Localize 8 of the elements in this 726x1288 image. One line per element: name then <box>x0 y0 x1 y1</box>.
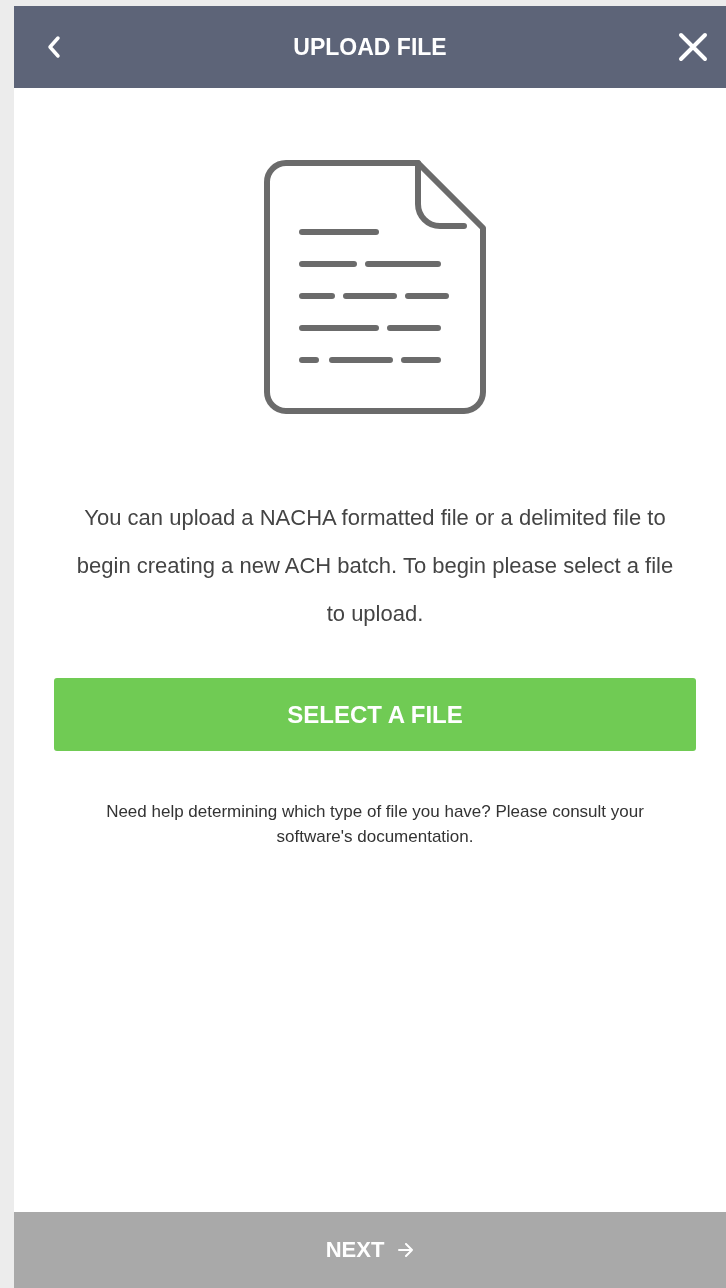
arrow-icon <box>398 1243 415 1257</box>
document-icon <box>264 160 486 414</box>
intro-text: You can upload a NACHA formatted file or a delimited file to begin creating a new ACH batch. To begin please select a file to upload. <box>75 504 675 628</box>
close-icon[interactable] <box>678 32 708 62</box>
back-icon[interactable] <box>46 35 62 59</box>
select-file-button[interactable]: SELECT A FILE <box>54 678 696 751</box>
help-text: Need help determining which type of file you have? Please consult your software's documentation. <box>105 801 645 848</box>
window-title: UPLOAD FILE <box>293 33 447 61</box>
